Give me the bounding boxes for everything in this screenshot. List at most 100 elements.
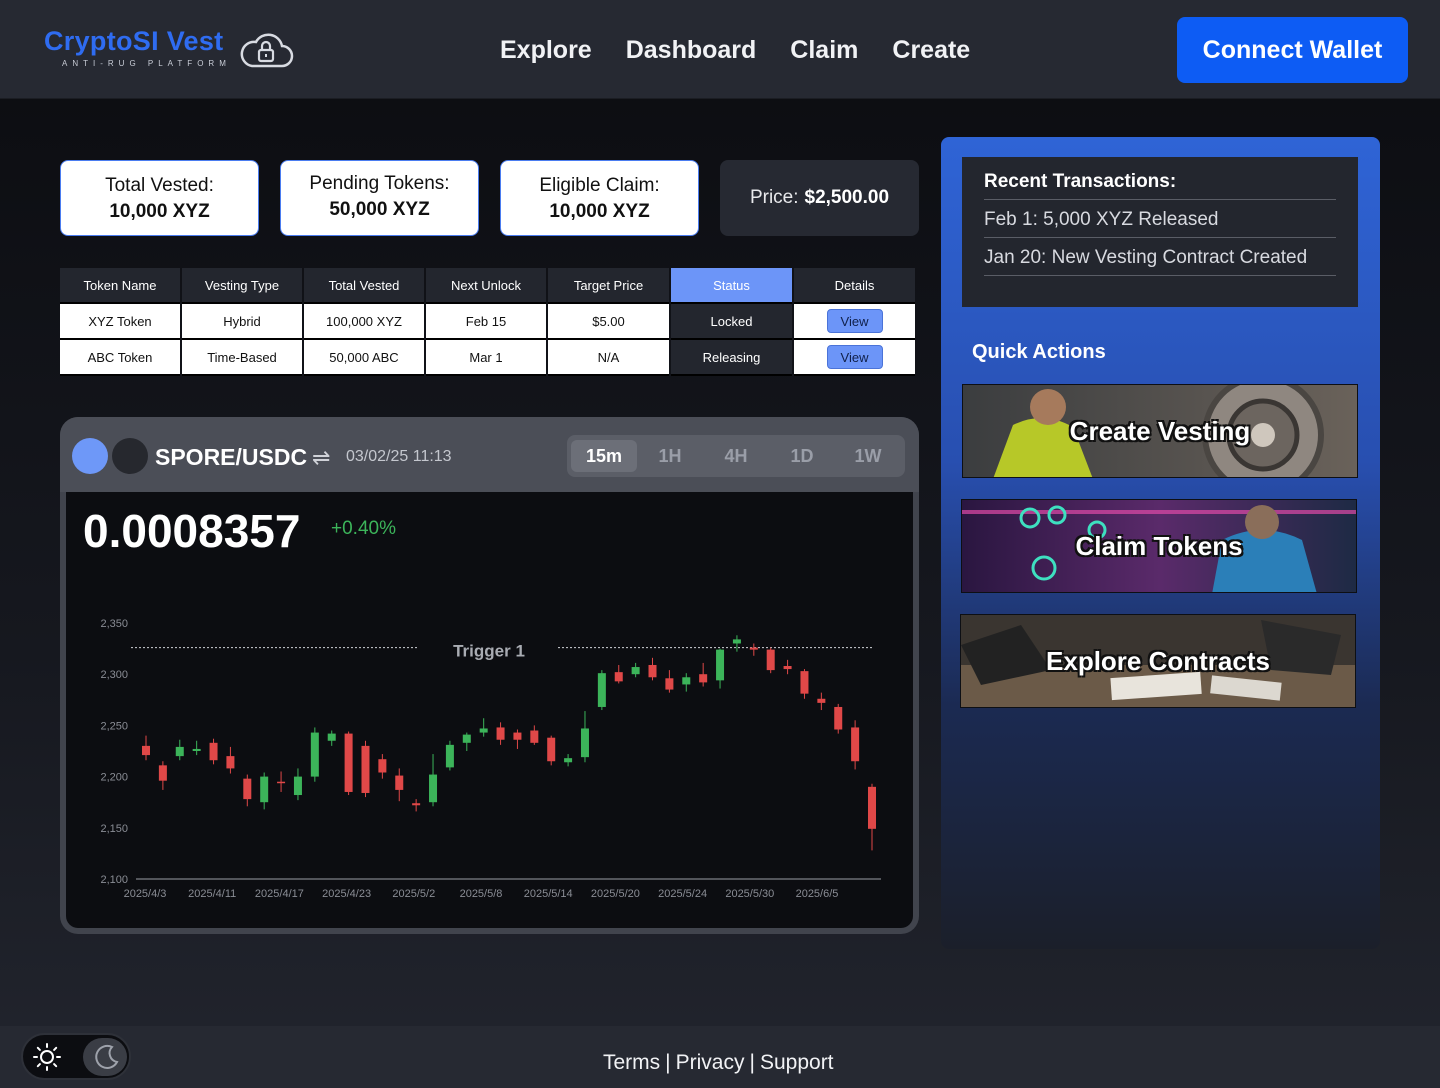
candle-body	[429, 774, 438, 803]
stat-value: 10,000 XYZ	[109, 201, 210, 222]
cell-status: Locked	[671, 304, 792, 340]
candle-body	[327, 733, 336, 741]
candle-body	[344, 733, 353, 792]
nav-explore[interactable]: Explore	[500, 36, 592, 65]
claim-tokens-label: Claim Tokens	[1075, 530, 1243, 561]
candle-body	[834, 706, 843, 730]
cloud-lock-icon	[240, 33, 294, 68]
y-tick-label: 2,350	[100, 618, 128, 630]
candle-body	[142, 745, 150, 756]
top-nav-bar: CryptoSI Vest ANTI-RUG PLATFORM Explore …	[0, 0, 1440, 99]
candle-body	[175, 746, 184, 757]
nav-claim[interactable]: Claim	[790, 36, 858, 65]
support-link[interactable]: Support	[760, 1051, 834, 1074]
terms-link[interactable]: Terms	[603, 1051, 660, 1074]
transaction-item: Jan 20: New Vesting Contract Created	[984, 238, 1336, 276]
x-tick-label: 2025/5/20	[591, 888, 640, 900]
nav-create[interactable]: Create	[892, 36, 970, 65]
brand-title: CryptoSI Vest	[44, 26, 224, 56]
pair-name: SPORE/USDC	[155, 444, 308, 470]
col-total-vested: Total Vested	[304, 268, 424, 304]
candle-body	[293, 776, 302, 796]
x-tick-label: 2025/5/24	[658, 888, 707, 900]
candle-body	[513, 732, 522, 740]
candle-body	[209, 742, 218, 761]
cell-status: Releasing	[671, 340, 792, 376]
col-token-name: Token Name	[60, 268, 180, 304]
moon-icon[interactable]	[92, 1042, 122, 1072]
candle-body	[547, 737, 556, 762]
cell-target: N/A	[548, 340, 669, 376]
timeframe-15m[interactable]: 15m	[571, 440, 637, 472]
logo[interactable]: CryptoSI Vest ANTI-RUG PLATFORM	[44, 26, 231, 68]
candle-body	[479, 728, 488, 733]
connect-wallet-button[interactable]: Connect Wallet	[1177, 17, 1408, 83]
privacy-link[interactable]: Privacy	[676, 1051, 745, 1074]
candle-body	[158, 765, 167, 781]
footer-links: Terms | Privacy | Support	[603, 1051, 834, 1075]
candle-body	[192, 748, 201, 751]
sun-icon[interactable]	[32, 1042, 62, 1072]
transaction-item: Feb 1: 5,000 XYZ Released	[984, 200, 1336, 238]
candle-body	[378, 759, 387, 773]
candle-body	[226, 756, 235, 769]
view-button[interactable]: View	[826, 345, 883, 369]
price-value: $2,500.00	[804, 187, 890, 208]
timeframe-4h[interactable]: 4H	[703, 440, 769, 472]
nav-dashboard[interactable]: Dashboard	[626, 36, 757, 65]
cell-type: Hybrid	[182, 304, 302, 340]
timeframe-1d[interactable]: 1D	[769, 440, 835, 472]
candle-body	[395, 775, 404, 790]
candlestick-chart[interactable]: 2,100 2,150 2,200 2,250 2,300 2,350 2025/4/3 20…	[66, 492, 913, 928]
y-tick-label: 2,100	[100, 874, 128, 886]
candle-body	[800, 671, 809, 694]
col-status[interactable]: Status	[671, 268, 792, 304]
candle-body	[445, 744, 454, 768]
theme-toggle[interactable]	[21, 1033, 131, 1080]
x-tick-label: 2025/4/3	[124, 888, 167, 900]
candle-body	[530, 730, 539, 743]
brand-tagline: ANTI-RUG PLATFORM	[62, 59, 231, 68]
candle-body	[412, 803, 421, 806]
cell-token: XYZ Token	[60, 304, 180, 340]
create-vesting-card[interactable]: Create Vesting	[962, 384, 1358, 478]
candle-body	[749, 647, 758, 650]
recent-transactions: Recent Transactions: Feb 1: 5,000 XYZ Re…	[962, 157, 1358, 307]
candle-body	[766, 649, 775, 671]
col-vesting-type: Vesting Type	[182, 268, 302, 304]
view-button[interactable]: View	[826, 309, 883, 333]
candle-body	[648, 664, 657, 678]
x-tick-label: 2025/5/8	[460, 888, 503, 900]
timeframe-1w[interactable]: 1W	[835, 440, 901, 472]
cell-total: 50,000 ABC	[304, 340, 424, 376]
candle-body	[260, 776, 269, 803]
explore-contracts-card[interactable]: Explore Contracts	[960, 614, 1356, 708]
stat-value: 10,000 XYZ	[549, 201, 650, 222]
stat-label: Total Vested:	[105, 175, 214, 196]
candle-body	[361, 745, 370, 793]
table-row: ABC Token Time-Based 50,000 ABC Mar 1 N/…	[60, 340, 915, 376]
x-tick-label: 2025/5/2	[392, 888, 435, 900]
separator: |	[665, 1051, 671, 1074]
quick-actions-title: Quick Actions	[972, 341, 1106, 363]
timeframe-1h[interactable]: 1H	[637, 440, 703, 472]
swap-icon[interactable]: ⇌	[312, 445, 330, 471]
y-tick-label: 2,300	[100, 669, 128, 681]
col-next-unlock: Next Unlock	[426, 268, 546, 304]
candle-body	[243, 778, 252, 800]
x-tick-label: 2025/4/17	[255, 888, 304, 900]
x-tick-label: 2025/5/30	[725, 888, 774, 900]
cell-details: View	[794, 340, 915, 376]
token-icon	[72, 438, 108, 474]
cell-target: $5.00	[548, 304, 669, 340]
candle-body	[631, 667, 640, 675]
chart-datetime: 03/02/25 11:13	[346, 448, 452, 465]
stat-total-vested: Total Vested: 10,000 XYZ	[60, 160, 259, 236]
claim-tokens-card[interactable]: Claim Tokens	[961, 499, 1357, 593]
recent-title: Recent Transactions:	[984, 171, 1336, 200]
stat-pending-tokens: Pending Tokens: 50,000 XYZ	[280, 160, 479, 236]
token-icon	[112, 438, 148, 474]
stat-eligible-claim: Eligible Claim: 10,000 XYZ	[500, 160, 699, 236]
stat-label: Eligible Claim:	[539, 175, 660, 196]
y-tick-label: 2,150	[100, 823, 128, 835]
